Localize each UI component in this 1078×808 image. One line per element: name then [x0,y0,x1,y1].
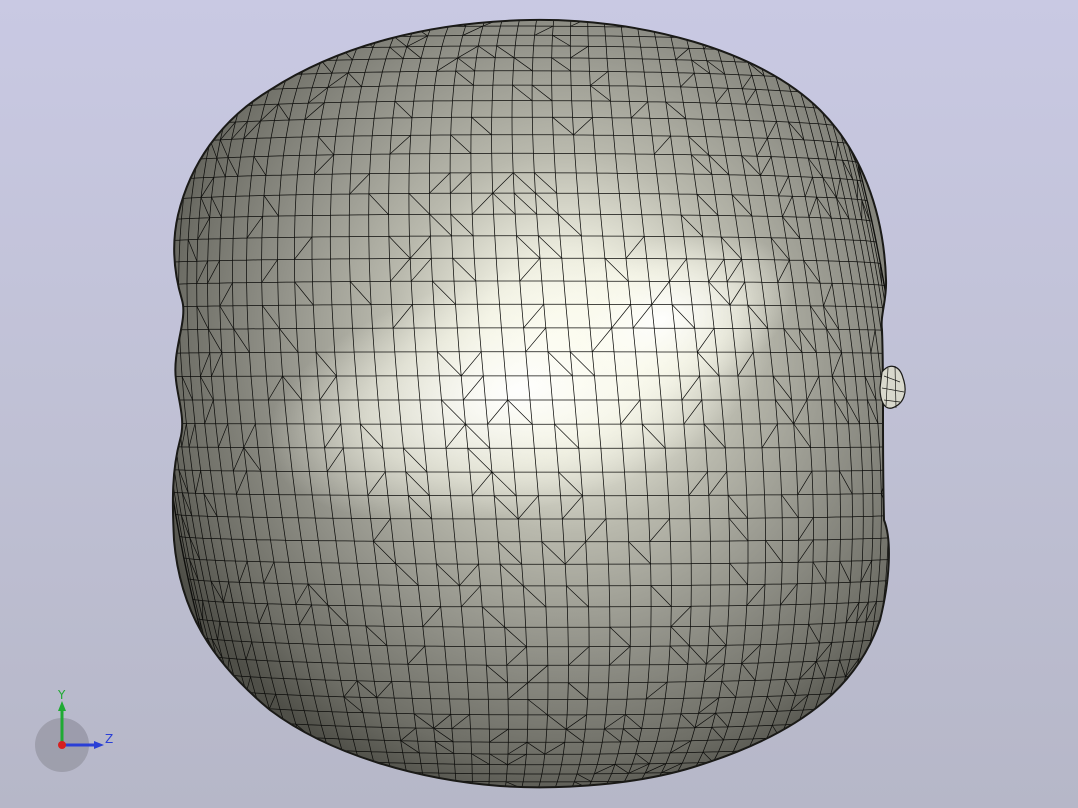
apple-stem[interactable] [879,365,906,409]
z-axis-arrow [94,741,104,749]
y-axis-label: Y [57,688,66,702]
y-axis-arrow [58,701,66,711]
viewport-canvas[interactable]: Y Z [0,0,1078,808]
stem-surface [879,365,906,409]
axis-triad: Y Z [35,688,113,772]
3d-viewport[interactable]: Y Z [0,0,1078,808]
z-axis-label: Z [105,732,113,746]
x-axis-dot [58,741,66,749]
apple-model[interactable] [155,0,906,800]
triad-quadrant [62,718,89,745]
